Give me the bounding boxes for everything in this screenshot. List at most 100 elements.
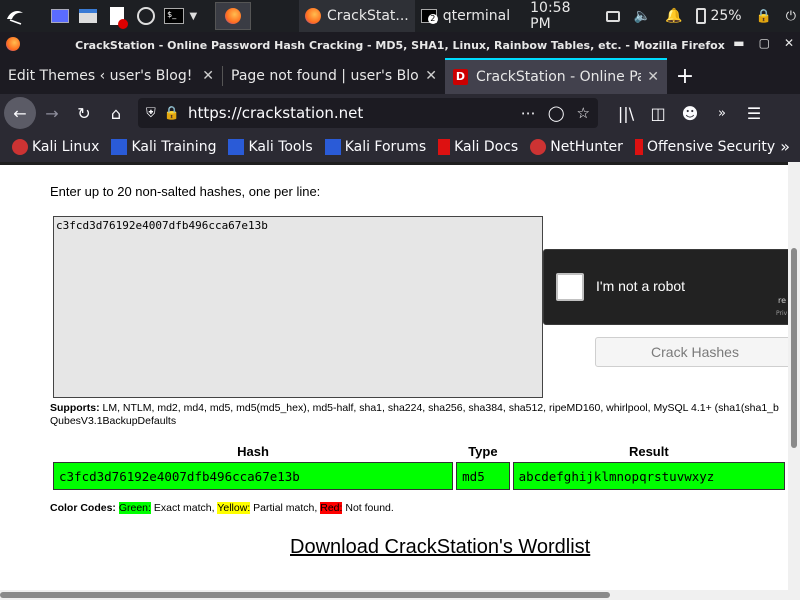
vertical-scrollbar[interactable] xyxy=(788,162,800,590)
pocket-icon[interactable]: ◯ xyxy=(548,104,565,122)
lock-icon[interactable]: 🔒 xyxy=(756,9,772,24)
color-codes-legend: Color Codes: Green: Exact match, Yellow:… xyxy=(50,502,394,514)
bookmark-kali-forums[interactable]: Kali Forums xyxy=(319,139,432,155)
url-text[interactable]: https://crackstation.net xyxy=(188,104,363,122)
taskbar: $_ ▼ CrackStat... 2 qterminal 10:58 PM 🔈… xyxy=(0,0,800,32)
recaptcha-logo-text: re xyxy=(778,296,787,305)
taskbar-app-qterminal[interactable]: 2 qterminal xyxy=(415,0,516,32)
horizontal-scroll-thumb[interactable] xyxy=(0,592,610,598)
kali-tools-icon xyxy=(228,139,245,155)
terminal-icon: 2 xyxy=(420,9,438,24)
bookmark-label: Kali Linux xyxy=(32,139,100,155)
close-tab-icon[interactable]: ✕ xyxy=(419,68,437,84)
firefox-workspace-icon[interactable] xyxy=(215,2,252,30)
volume-muted-icon[interactable]: 🔈 xyxy=(634,8,651,24)
recaptcha-privacy-link[interactable]: Priv xyxy=(776,310,787,317)
page-actions-icon[interactable]: ⋯ xyxy=(521,104,536,122)
hash-instructions: Enter up to 20 non-salted hashes, one pe… xyxy=(50,184,321,199)
green-description: Exact match, xyxy=(153,502,215,514)
padlock-icon[interactable]: 🔒 xyxy=(164,106,180,121)
terminal-launcher-icon[interactable]: $_ xyxy=(163,4,186,28)
supports-list-continued: QubesV3.1BackupDefaults xyxy=(50,415,177,427)
kali-menu-icon[interactable] xyxy=(4,4,27,28)
supports-label: Supports: xyxy=(50,402,100,414)
offsec-icon xyxy=(634,139,643,155)
taskbar-app-label: qterminal xyxy=(442,8,511,24)
tab-bar: Edit Themes ‹ user's Blog! — ✕ Page not … xyxy=(0,58,800,94)
tab-edit-themes[interactable]: Edit Themes ‹ user's Blog! — ✕ xyxy=(0,58,222,94)
tab-label: Edit Themes ‹ user's Blog! — xyxy=(8,68,197,84)
kali-training-icon xyxy=(111,139,128,155)
tab-crackstation[interactable]: D CrackStation - Online Pas ✕ xyxy=(445,58,667,94)
bookmark-label: Kali Forums xyxy=(344,139,427,155)
bookmark-kali-linux[interactable]: Kali Linux xyxy=(0,139,105,155)
text-editor-icon[interactable] xyxy=(106,4,129,29)
battery-percent: 25% xyxy=(710,8,742,24)
navigation-toolbar: ← → ↻ ⌂ ⛨ 🔒 https://crackstation.net ⋯ ◯… xyxy=(0,94,800,132)
recaptcha-label: I'm not a robot xyxy=(596,278,686,294)
battery-icon[interactable] xyxy=(696,8,707,24)
taskbar-app-firefox[interactable]: CrackStat... xyxy=(299,0,415,32)
firefox-icon xyxy=(305,8,322,24)
red-description: Not found. xyxy=(345,502,394,514)
sidebar-icon[interactable]: ◫ xyxy=(642,97,674,129)
bookmark-kali-tools[interactable]: Kali Tools xyxy=(222,139,318,155)
bookmark-label: Offensive Security xyxy=(646,139,776,155)
bookmark-kali-docs[interactable]: Kali Docs xyxy=(432,139,524,155)
taskbar-app-label: CrackStat... xyxy=(327,8,409,24)
home-button[interactable]: ⌂ xyxy=(100,97,132,129)
close-tab-icon[interactable]: ✕ xyxy=(196,68,214,84)
hash-input[interactable]: c3fcd3d76192e4007dfb496cca67e13b xyxy=(53,216,543,398)
url-bar[interactable]: ⛨ 🔒 https://crackstation.net ⋯ ◯ ☆ xyxy=(138,98,598,128)
green-code: Green: xyxy=(118,502,151,514)
chevron-down-icon[interactable]: ▼ xyxy=(189,11,197,22)
crack-hashes-button[interactable]: Crack Hashes xyxy=(595,337,788,367)
extensions-overflow-icon[interactable]: » xyxy=(706,97,738,129)
bookmark-label: Kali Docs xyxy=(454,139,519,155)
notification-bell-icon[interactable]: 🔔 xyxy=(665,8,682,24)
result-value-cell: abcdefghijklmnopqrstuvwxyz xyxy=(512,462,785,490)
supports-list: LM, NTLM, md2, md4, md5, md5(md5_hex), m… xyxy=(102,402,779,414)
recaptcha-widget: I'm not a robot re Priv xyxy=(543,249,788,325)
supported-algorithms: Supports: LM, NTLM, md2, md4, md5, md5(m… xyxy=(50,402,788,428)
horizontal-scrollbar[interactable] xyxy=(0,590,800,600)
close-window-icon[interactable]: ✕ xyxy=(784,36,794,50)
type-column-header: Type xyxy=(468,443,498,459)
show-desktop-icon[interactable] xyxy=(49,4,72,28)
forward-button[interactable]: → xyxy=(36,97,68,129)
library-icon[interactable]: ||\ xyxy=(610,97,642,129)
minimize-icon[interactable]: ▬ xyxy=(733,36,744,50)
bookmark-kali-training[interactable]: Kali Training xyxy=(105,139,222,155)
bookmark-label: Kali Tools xyxy=(248,139,313,155)
power-icon[interactable]: ⏻ xyxy=(786,9,796,24)
close-tab-icon[interactable]: ✕ xyxy=(641,69,659,85)
tab-page-not-found[interactable]: Page not found | user's Blog! ✕ xyxy=(223,58,445,94)
recaptcha-checkbox[interactable] xyxy=(556,273,584,301)
download-wordlist-link[interactable]: Download CrackStation's Wordlist xyxy=(290,536,590,559)
color-codes-label: Color Codes: xyxy=(50,502,116,514)
reload-button[interactable]: ↻ xyxy=(68,97,100,129)
vertical-scroll-thumb[interactable] xyxy=(791,248,797,448)
file-manager-icon[interactable] xyxy=(77,4,100,28)
display-icon[interactable] xyxy=(605,10,620,22)
new-tab-button[interactable]: + xyxy=(667,58,703,94)
tracking-shield-icon[interactable]: ⛨ xyxy=(146,106,156,121)
crackstation-favicon-icon: D xyxy=(453,69,468,85)
bookmark-star-icon[interactable]: ☆ xyxy=(577,104,590,122)
app-menu-icon[interactable]: ☰ xyxy=(738,97,770,129)
account-icon[interactable]: ☻ xyxy=(674,97,706,129)
clock[interactable]: 10:58 PM xyxy=(530,0,591,32)
kali-dragon-icon xyxy=(12,139,28,155)
terminal-badge: 2 xyxy=(427,14,438,24)
bookmark-nethunter[interactable]: NetHunter xyxy=(524,139,629,155)
bookmark-offensive-security[interactable]: Offensive Security xyxy=(629,139,781,155)
bookmark-label: NetHunter xyxy=(550,139,623,155)
results-table: Hash Type Result c3fcd3d76192e4007dfb496… xyxy=(50,440,788,493)
tab-label: Page not found | user's Blog! xyxy=(231,68,420,84)
maximize-icon[interactable]: ▢ xyxy=(759,36,770,50)
bookmarks-overflow-icon[interactable]: » xyxy=(780,137,790,156)
nethunter-icon xyxy=(530,139,547,155)
web-browser-icon[interactable] xyxy=(134,4,157,28)
hash-column-header: Hash xyxy=(237,443,269,459)
back-button[interactable]: ← xyxy=(4,97,36,129)
